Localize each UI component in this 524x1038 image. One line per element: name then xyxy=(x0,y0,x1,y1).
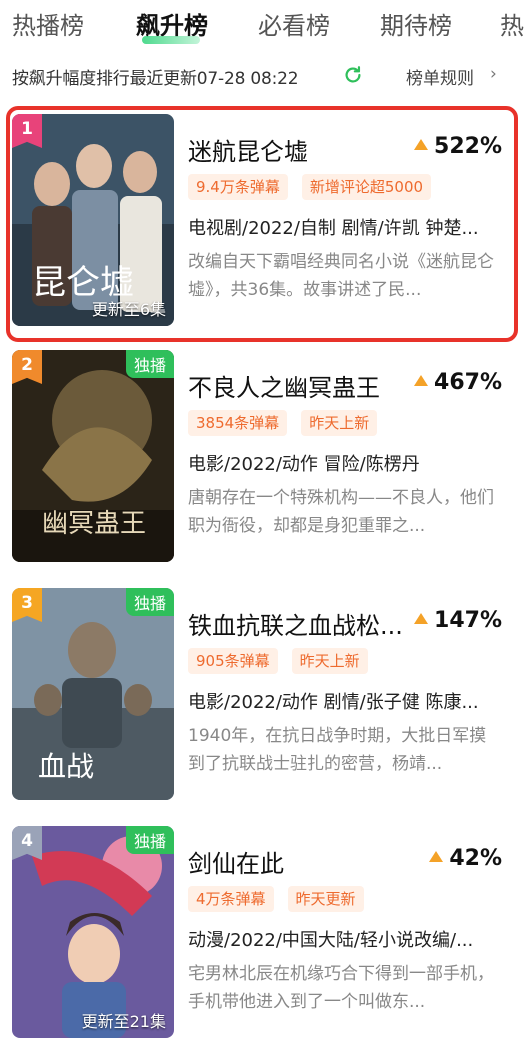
episode-update-label: 更新至21集 xyxy=(81,1012,166,1031)
refresh-icon[interactable] xyxy=(342,64,364,86)
exclusive-badge: 独播 xyxy=(125,588,174,616)
poster-image[interactable]: 昆仑墟 1 更新至6集 xyxy=(12,114,174,326)
rise-value: 147% xyxy=(434,608,502,633)
status-tag: 昨天上新 xyxy=(291,648,368,674)
rise-value: 467% xyxy=(434,370,502,395)
status-tag: 新增评论超5000 xyxy=(301,174,432,200)
danmaku-count-tag: 9.4万条弹幕 xyxy=(188,174,288,200)
item-description: 宅男林北辰在机缘巧合下得到一部手机，手机带他进入到了一个叫做东... xyxy=(188,964,494,1012)
chevron-right-icon: › xyxy=(490,64,497,84)
rise-value: 42% xyxy=(449,846,502,871)
item-meta: 电影/2022/动作 冒险/陈楞丹 xyxy=(188,454,420,475)
poster-art: 血战 xyxy=(12,588,174,800)
poster-image[interactable]: 幽冥蛊王 2 独播 xyxy=(12,350,174,562)
up-arrow-icon xyxy=(414,375,429,386)
list-item[interactable]: 昆仑墟 1 更新至6集 迷航昆仑墟 522% 9.4万条弹幕 新增评论超5000 … xyxy=(0,104,524,342)
danmaku-count-tag: 4万条弹幕 xyxy=(188,886,274,912)
tag-row: 3854条弹幕 昨天上新 xyxy=(188,410,391,438)
tab-must-watch[interactable]: 必看榜 xyxy=(258,6,330,41)
item-description: 改编自天下霸唱经典同名小说《迷航昆仑墟》，共36集。故事讲述了民... xyxy=(188,252,494,300)
item-title[interactable]: 铁血抗联之血战松... xyxy=(188,606,403,641)
tab-anticipated[interactable]: 期待榜 xyxy=(380,6,452,41)
episode-update-label: 更新至6集 xyxy=(91,300,166,319)
rise-percentage: 42% xyxy=(429,846,502,871)
tag-row: 9.4万条弹幕 新增评论超5000 xyxy=(188,174,445,202)
svg-text:血战: 血战 xyxy=(38,750,94,783)
item-title[interactable]: 不良人之幽冥蛊王 xyxy=(188,368,380,403)
update-time-text: 按飙升幅度排行最近更新07-28 08:22 xyxy=(12,69,299,89)
up-arrow-icon xyxy=(414,613,429,624)
rise-value: 522% xyxy=(434,134,502,159)
poster-art: 幽冥蛊王 xyxy=(12,350,174,562)
item-description: 1940年，在抗日战争时期，大批日军摸到了抗联战士驻扎的密营，杨靖... xyxy=(188,726,487,774)
list-item[interactable]: 幽冥蛊王 2 独播 不良人之幽冥蛊王 467% 3854条弹幕 昨天上新 电影/2… xyxy=(0,340,524,568)
status-tag: 昨天上新 xyxy=(301,410,378,436)
rise-percentage: 522% xyxy=(414,134,502,159)
up-arrow-icon xyxy=(429,851,444,862)
update-bar: 按飙升幅度排行最近更新07-28 08:22 榜单规则 › xyxy=(0,62,524,90)
poster-art: 昆仑墟 xyxy=(12,114,174,326)
item-title[interactable]: 迷航昆仑墟 xyxy=(188,132,308,167)
exclusive-badge: 独播 xyxy=(125,350,174,378)
list-item[interactable]: 4 独播 更新至21集 剑仙在此 42% 4万条弹幕 昨天更新 动漫/2022/中… xyxy=(0,816,524,1038)
item-meta: 电影/2022/动作 剧情/张子健 陈康... xyxy=(188,692,479,713)
ranking-tabs: 热播榜 飙升榜 必看榜 期待榜 热 xyxy=(0,0,524,48)
tab-hot-partial[interactable]: 热 xyxy=(500,6,524,41)
poster-image[interactable]: 4 独播 更新至21集 xyxy=(12,826,174,1038)
status-tag: 昨天更新 xyxy=(287,886,364,912)
item-meta: 电视剧/2022/自制 剧情/许凯 钟楚... xyxy=(188,218,479,239)
rise-percentage: 147% xyxy=(414,608,502,633)
up-arrow-icon xyxy=(414,139,429,150)
danmaku-count-tag: 3854条弹幕 xyxy=(188,410,288,436)
tab-hot[interactable]: 热播榜 xyxy=(12,6,84,41)
list-item[interactable]: 血战 3 独播 铁血抗联之血战松... 147% 905条弹幕 昨天上新 电影/2… xyxy=(0,578,524,806)
danmaku-count-tag: 905条弹幕 xyxy=(188,648,278,674)
rise-percentage: 467% xyxy=(414,370,502,395)
item-description: 唐朝存在一个特殊机构——不良人，他们职为衙役，却都是身犯重罪之... xyxy=(188,488,494,536)
poster-art xyxy=(12,826,174,1038)
exclusive-badge: 独播 xyxy=(125,826,174,854)
poster-image[interactable]: 血战 3 独播 xyxy=(12,588,174,800)
ranking-rules-link[interactable]: 榜单规则 xyxy=(406,64,474,89)
item-meta: 动漫/2022/中国大陆/轻小说改编/... xyxy=(188,930,474,951)
svg-text:幽冥蛊王: 幽冥蛊王 xyxy=(42,509,146,539)
tag-row: 905条弹幕 昨天上新 xyxy=(188,648,382,676)
item-title[interactable]: 剑仙在此 xyxy=(188,844,284,879)
active-tab-indicator xyxy=(142,36,200,44)
tag-row: 4万条弹幕 昨天更新 xyxy=(188,886,378,914)
